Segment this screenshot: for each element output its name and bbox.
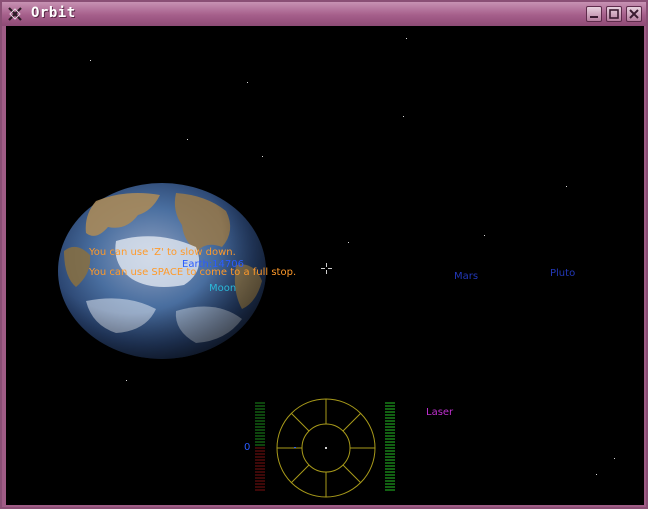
title-bar[interactable]: Orbit <box>2 2 646 26</box>
mars-label: Mars <box>454 271 479 282</box>
crosshair-icon <box>321 263 332 274</box>
app-icon <box>7 6 23 22</box>
star <box>187 139 188 140</box>
window-title: Orbit <box>31 5 76 21</box>
star <box>126 380 127 381</box>
star <box>406 38 407 39</box>
speed-bar <box>255 402 265 491</box>
earth-label: Earth:14706 <box>182 259 244 270</box>
star <box>403 116 404 117</box>
star <box>348 242 349 243</box>
weapon-label: Laser <box>426 407 454 418</box>
close-button[interactable] <box>626 6 642 22</box>
star <box>247 82 248 83</box>
orbit-window: Orbit You can use 'Z' to slow down. You … <box>0 0 648 509</box>
radar-display <box>276 398 376 498</box>
star <box>484 235 485 236</box>
minimize-button[interactable] <box>586 6 602 22</box>
moon-label: Moon <box>209 283 237 294</box>
star <box>614 458 615 459</box>
space-view[interactable]: You can use 'Z' to slow down. You can us… <box>6 26 644 505</box>
star <box>566 186 567 187</box>
star <box>596 474 597 475</box>
maximize-button[interactable] <box>606 6 622 22</box>
hint-message: You can use 'Z' to slow down. <box>89 247 236 258</box>
shield-bar <box>385 402 395 491</box>
star <box>262 156 263 157</box>
star <box>90 60 91 61</box>
speed-readout: 0 <box>244 442 251 453</box>
pluto-label: Pluto <box>550 268 576 279</box>
